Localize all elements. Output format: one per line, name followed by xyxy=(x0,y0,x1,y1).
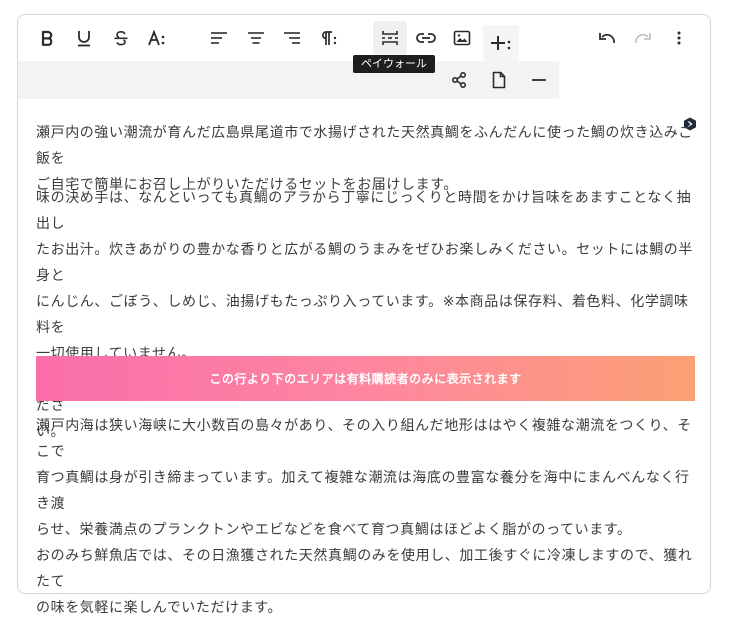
undo-button[interactable] xyxy=(592,23,622,53)
paywall-button[interactable] xyxy=(373,21,407,55)
bold-icon xyxy=(40,30,54,46)
editor: ペイウォール 瀬戸内の強い潮流が育んだ広島県尾道市で水揚げされた天然真鯛をふんだ… xyxy=(17,14,711,616)
align-center-icon xyxy=(247,31,265,45)
link-button[interactable] xyxy=(411,23,441,53)
more-vertical-icon xyxy=(677,31,681,45)
document-icon xyxy=(492,71,506,89)
paywall-icon xyxy=(381,30,399,46)
image-button[interactable] xyxy=(447,23,477,53)
paragraph-icon xyxy=(318,30,338,46)
paragraph-button[interactable] xyxy=(313,23,343,53)
divider-button[interactable] xyxy=(524,65,554,95)
underline-button[interactable] xyxy=(69,23,99,53)
more-button[interactable] xyxy=(664,23,694,53)
redo-button[interactable] xyxy=(628,23,658,53)
document-button[interactable] xyxy=(484,65,514,95)
paywall-tooltip: ペイウォール xyxy=(353,55,435,73)
align-left-button[interactable] xyxy=(204,23,234,53)
font-size-icon xyxy=(148,30,166,46)
image-icon xyxy=(453,30,471,46)
strikethrough-icon xyxy=(113,30,129,46)
paywall-banner: この行より下のエリアは有料購読者のみに表示されます xyxy=(36,356,695,401)
align-right-icon xyxy=(283,31,301,45)
underline-icon xyxy=(76,29,92,47)
minus-icon xyxy=(532,78,546,82)
paywall-label: この行より下のエリアは有料購読者のみに表示されます xyxy=(209,372,522,386)
share-button[interactable] xyxy=(444,65,474,95)
align-left-icon xyxy=(210,31,228,45)
font-size-button[interactable] xyxy=(142,23,172,53)
undo-icon xyxy=(598,32,616,44)
toolbar-secondary xyxy=(18,61,559,99)
align-center-button[interactable] xyxy=(241,23,271,53)
share-icon xyxy=(451,72,467,88)
paragraph-2[interactable]: 味の決め手は、なんといっても真鯛のアラから丁寧にじっくりと時間をかけ旨味をあます… xyxy=(36,185,696,445)
bold-button[interactable] xyxy=(32,23,62,53)
plus-icon xyxy=(491,34,511,52)
paragraph-3[interactable]: 瀬戸内海は狭い海峡に大小数百の島々があり、その入り組んだ地形ははやく複雑な潮流を… xyxy=(36,413,696,621)
redo-icon xyxy=(634,32,652,44)
insert-button[interactable] xyxy=(483,25,519,61)
align-right-button[interactable] xyxy=(277,23,307,53)
link-icon xyxy=(416,32,436,44)
strikethrough-button[interactable] xyxy=(106,23,136,53)
